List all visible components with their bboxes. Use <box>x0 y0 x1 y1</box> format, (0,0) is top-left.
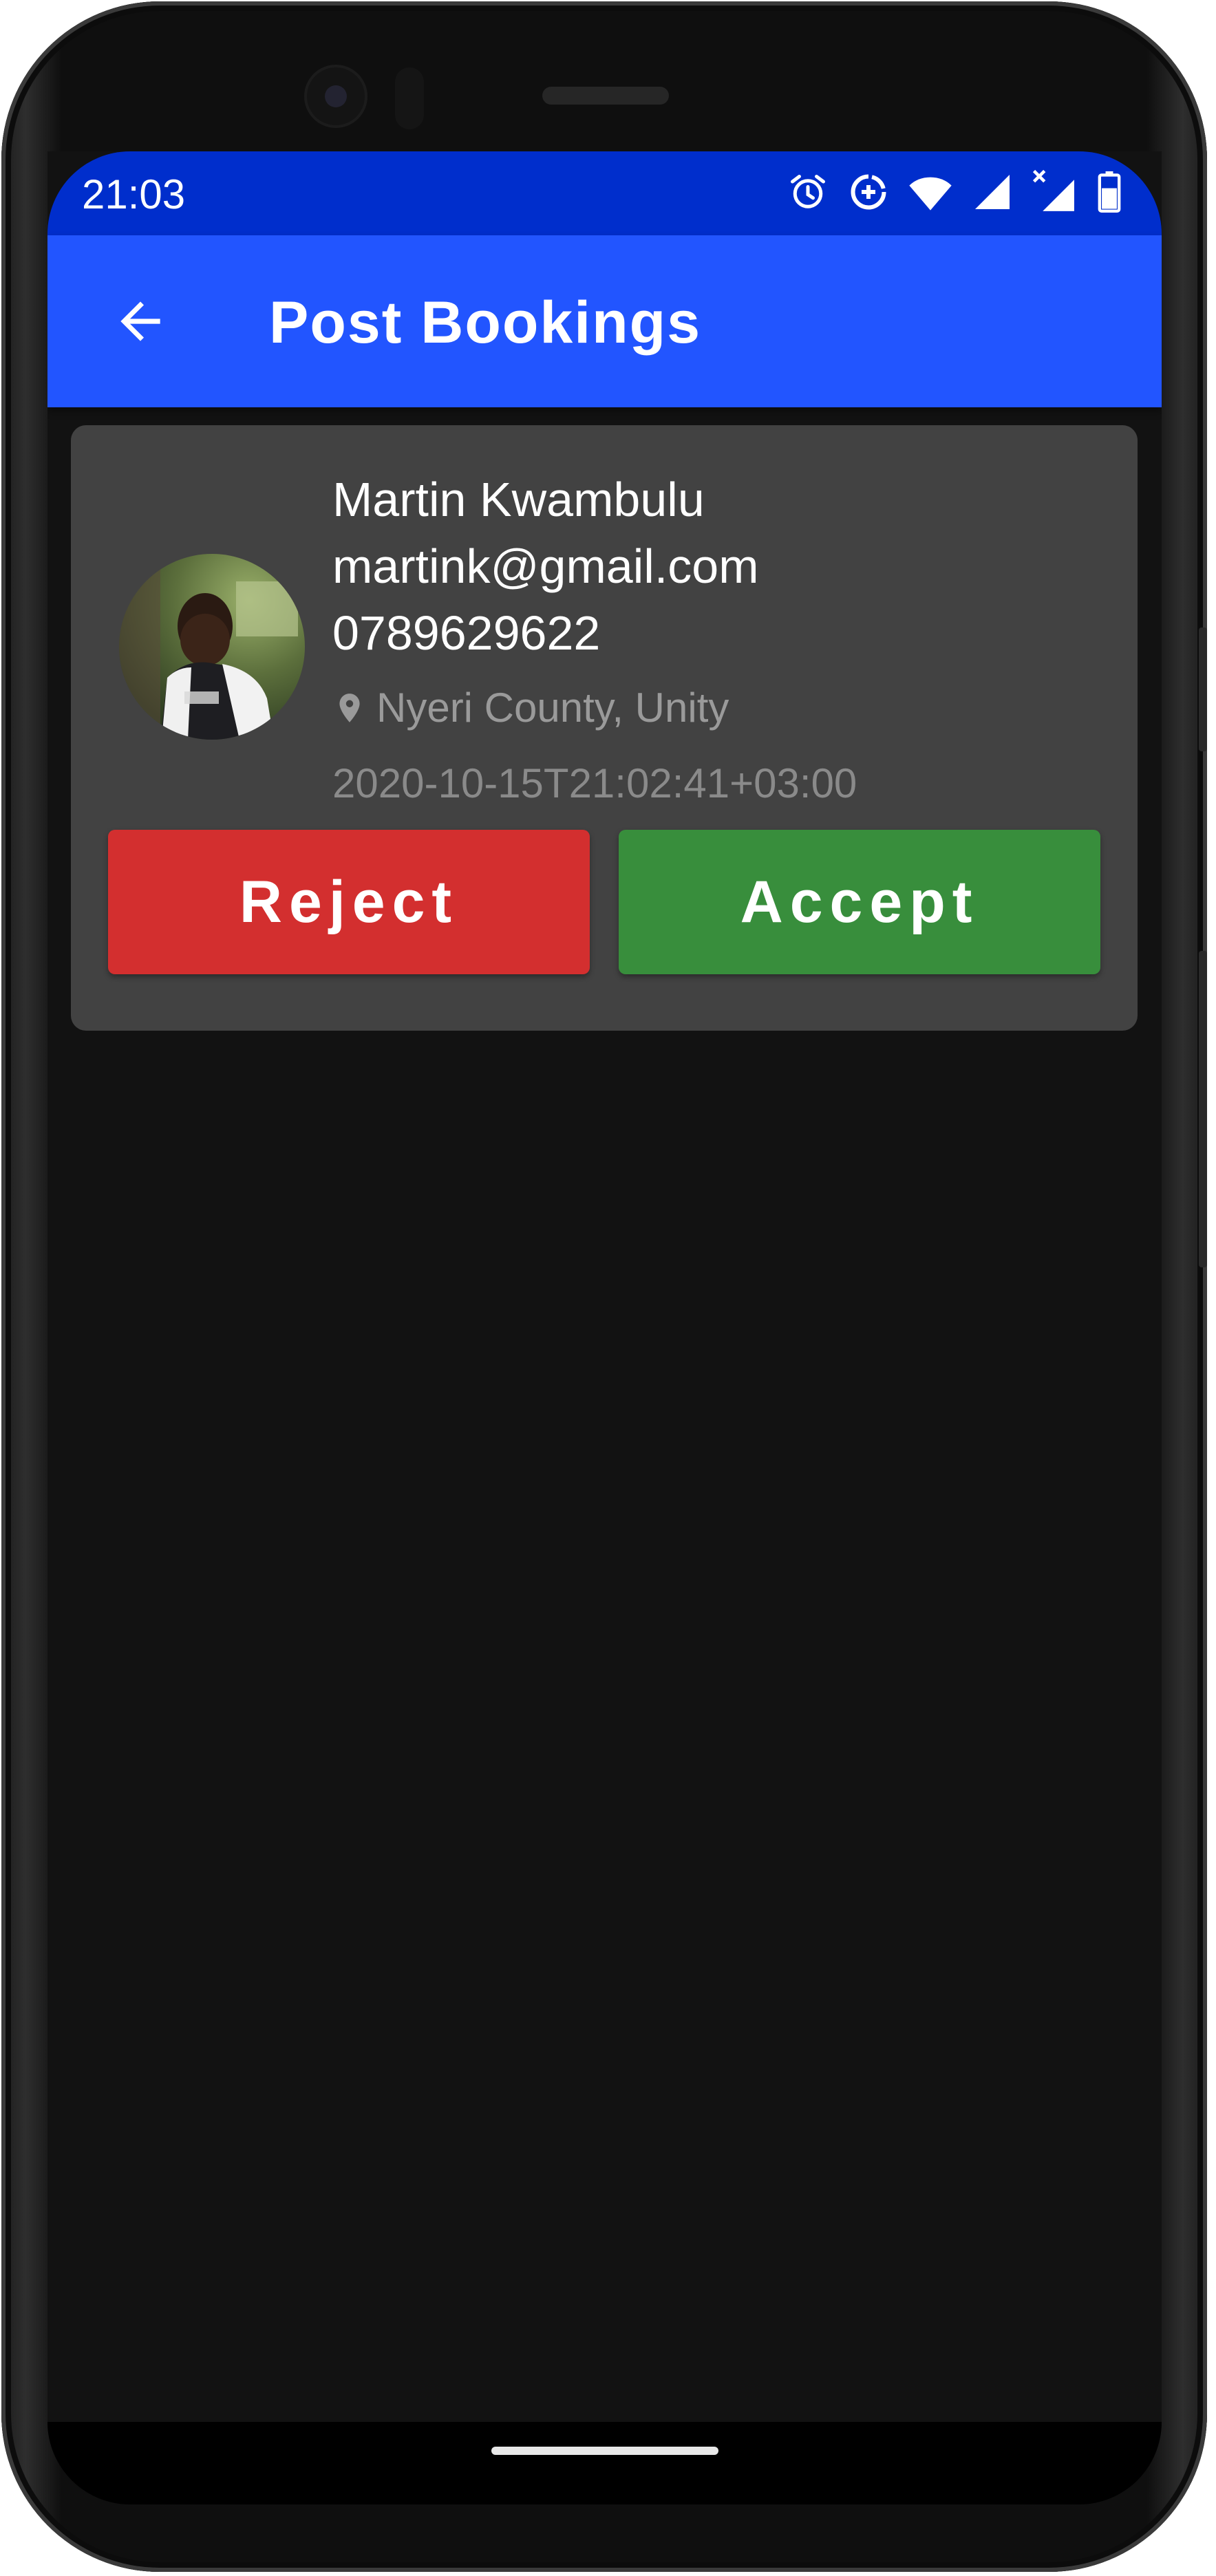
customer-phone: 0789629622 <box>332 606 601 660</box>
wifi-icon <box>908 171 952 216</box>
signal-icon <box>972 171 1013 216</box>
avatar <box>119 554 305 740</box>
booking-info: Martin Kwambulu martink@gmail.com 078962… <box>332 466 857 818</box>
customer-email: martink@gmail.com <box>332 539 759 593</box>
status-time: 21:03 <box>82 171 186 217</box>
phone-frame: 21:03 Post Bookings Martin Kwambulu mart… <box>1 1 1207 2572</box>
home-indicator[interactable] <box>491 2447 718 2455</box>
booking-timestamp: 2020-10-15T21:02:41+03:00 <box>332 760 857 806</box>
navigation-bar <box>47 2422 1162 2504</box>
status-icons <box>787 168 1122 219</box>
location-row: Nyeri County, Unity <box>332 667 857 749</box>
battery-icon <box>1097 171 1122 216</box>
app-bar: Post Bookings <box>47 235 1162 407</box>
data-saver-icon <box>848 171 889 216</box>
reject-button[interactable]: Reject <box>108 830 590 974</box>
page-title: Post Bookings <box>269 290 702 356</box>
booking-card: Martin Kwambulu martink@gmail.com 078962… <box>71 425 1138 1031</box>
location-text: Nyeri County, Unity <box>376 685 729 731</box>
earpiece-speaker <box>542 87 669 105</box>
front-camera <box>307 67 365 125</box>
power-button <box>1199 627 1207 751</box>
accept-button[interactable]: Accept <box>619 830 1100 974</box>
location-pin-icon <box>339 694 360 722</box>
volume-button <box>1199 951 1207 1267</box>
back-button[interactable] <box>96 277 185 366</box>
alarm-icon <box>787 171 829 216</box>
status-bar: 21:03 <box>47 151 1162 235</box>
customer-name: Martin Kwambulu <box>332 473 705 526</box>
screen: 21:03 Post Bookings Martin Kwambulu mart… <box>47 151 1162 2504</box>
proximity-sensor <box>395 67 424 129</box>
signal-no-data-icon <box>1032 169 1078 218</box>
arrow-back-icon <box>120 301 160 341</box>
